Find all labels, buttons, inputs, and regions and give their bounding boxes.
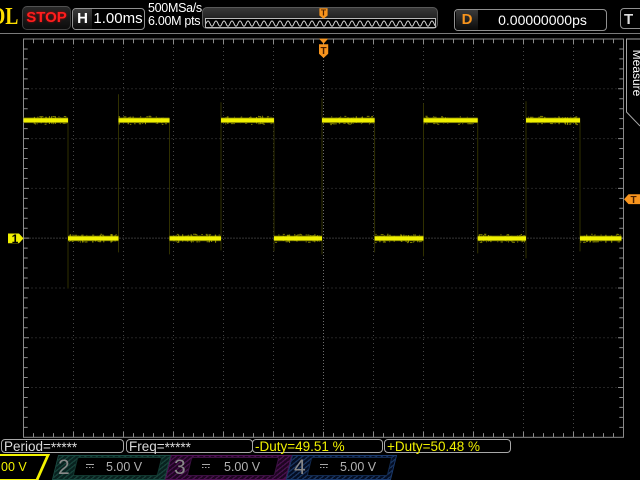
svg-text:Measure: Measure (630, 50, 640, 97)
svg-text:T: T (630, 195, 636, 206)
svg-text:T: T (321, 8, 327, 18)
svg-text:T: T (321, 46, 327, 57)
svg-text:1: 1 (12, 232, 19, 246)
